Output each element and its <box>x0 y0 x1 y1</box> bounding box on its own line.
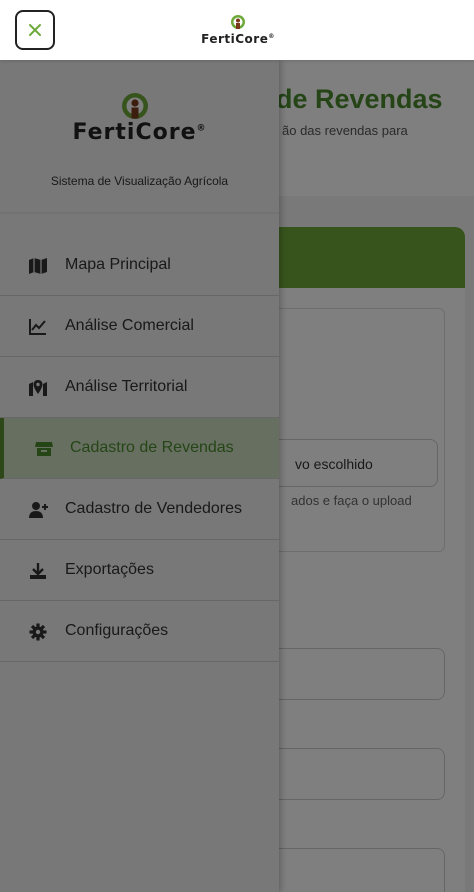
menu-item-label: Cadastro de Vendedores <box>65 500 243 517</box>
menu-item-cadastro-de-vendedores[interactable]: Cadastro de Vendedores <box>0 479 279 540</box>
menu-item-configuracoes[interactable]: Configurações <box>0 601 279 662</box>
menu-item-analise-comercial[interactable]: Análise Comercial <box>0 296 279 357</box>
top-brand-name: FertiCore <box>201 32 269 46</box>
menu-item-analise-territorial[interactable]: Análise Territorial <box>0 357 279 418</box>
logo-mark-icon <box>231 15 245 29</box>
close-icon <box>29 24 41 36</box>
drawer-brand: FertiCore® Sistema de Visualização Agríc… <box>0 60 279 214</box>
close-menu-button[interactable] <box>15 10 55 50</box>
side-drawer: FertiCore® Sistema de Visualização Agríc… <box>0 60 279 892</box>
menu-item-label: Análise Comercial <box>65 317 194 334</box>
brand-tagline: Sistema de Visualização Agrícola <box>50 174 229 188</box>
gear-icon <box>29 623 47 641</box>
nav-menu: Mapa Principal Análise Comercial Análise… <box>0 235 279 662</box>
menu-item-label: Configurações <box>65 622 169 639</box>
line-chart-icon <box>29 319 46 335</box>
menu-item-label: Exportações <box>65 561 154 578</box>
map-marker-icon <box>29 380 47 396</box>
menu-item-mapa-principal[interactable]: Mapa Principal <box>0 235 279 296</box>
menu-item-exportacoes[interactable]: Exportações <box>0 540 279 601</box>
menu-item-label: Análise Territorial <box>65 378 188 395</box>
menu-item-cadastro-de-revendas[interactable]: Cadastro de Revendas <box>0 418 279 479</box>
logo-mark-icon <box>122 93 148 119</box>
top-logo[interactable]: FertiCore® <box>200 14 276 48</box>
drawer-brand-name: FertiCore <box>72 120 197 145</box>
top-bar: FertiCore® <box>0 0 474 60</box>
top-brand-registered: ® <box>268 33 275 40</box>
download-icon <box>30 563 46 579</box>
add-user-icon <box>29 502 48 518</box>
drawer-brand-registered: ® <box>196 123 207 134</box>
map-icon <box>29 258 47 274</box>
store-icon <box>35 442 53 456</box>
menu-item-label: Cadastro de Revendas <box>70 439 234 456</box>
menu-item-label: Mapa Principal <box>65 256 171 273</box>
